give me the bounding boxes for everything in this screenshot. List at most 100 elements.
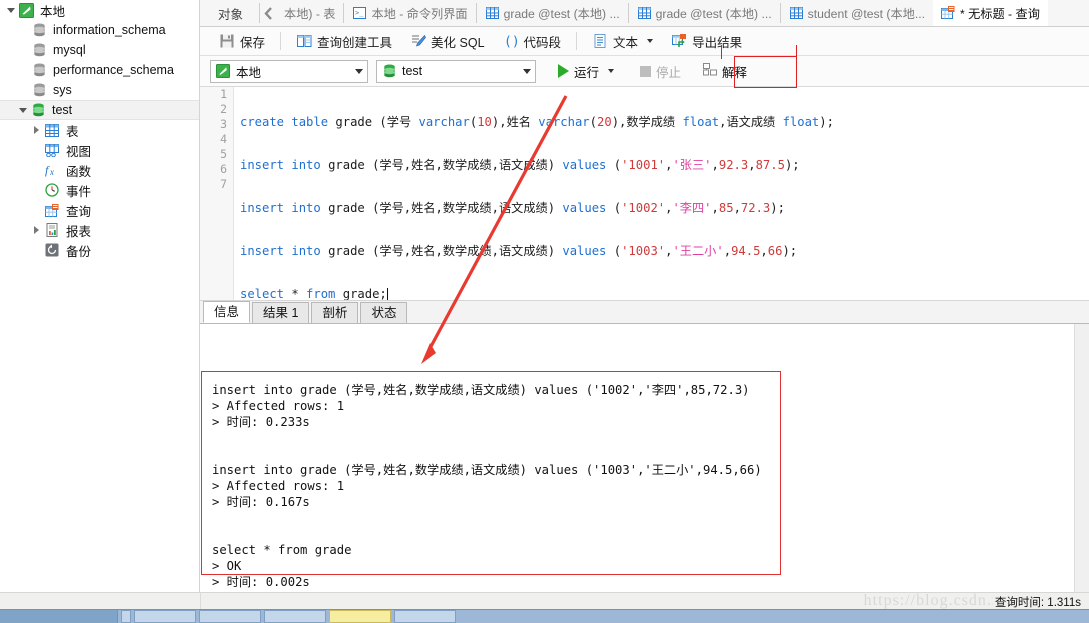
taskbar-item[interactable] [394,610,456,623]
windows-taskbar[interactable] [0,609,1089,623]
code-snippet-button[interactable]: () 代码段 [494,29,571,53]
tree-item-database-test[interactable]: test [0,100,199,120]
taskbar-item[interactable] [264,610,326,623]
taskbar-item[interactable] [134,610,196,623]
export-result-icon [671,33,687,49]
query-builder-button[interactable]: 查询创建工具 [287,29,401,53]
query-toolbar[interactable]: 保存 查询创建工具 美化 SQL () 代码段 [200,27,1089,56]
objects-button[interactable]: 对象 [200,0,259,26]
results-panel: 信息 结果 1 剖析 状态 insert into grade (学号,姓名,数… [200,301,1089,612]
document-tab-label: 本地 - 命令列界面 [371,4,467,22]
navicat-window: 本地 information_schema mysql performance_… [0,0,1089,623]
chevron-down-icon[interactable] [355,69,363,74]
tab-status[interactable]: 状态 [360,302,407,323]
tree-item-label: 表 [65,121,79,140]
object-tree-pane[interactable]: 本地 information_schema mysql performance_… [0,0,200,592]
document-tab-grade-1[interactable]: grade @test (本地) ... [477,0,628,26]
taskbar-item[interactable] [121,610,131,623]
table-icon [43,122,61,138]
start-button[interactable] [0,610,118,623]
tree-item-connection-local[interactable]: 本地 [0,0,199,20]
play-icon [558,64,569,78]
line-number: 5 [200,147,233,162]
document-tab-console[interactable]: >_ 本地 - 命令列界面 [344,0,475,26]
tree-item-backups[interactable]: 备份 [0,240,199,260]
status-bar: https://blog.csdn.net/ya 查询时间: 1.311s [0,592,1089,609]
tree-item-tables[interactable]: 表 [0,120,199,140]
run-label: 运行 [574,62,599,81]
document-tab-strip[interactable]: 对象 本地) - 表 >_ 本地 - 命令列界面 grade @t [200,0,1089,27]
results-scrollbar[interactable] [1074,324,1089,612]
results-tab-strip[interactable]: 信息 结果 1 剖析 状态 [200,301,1089,324]
taskbar-item[interactable] [199,610,261,623]
database-icon [30,82,48,98]
run-button[interactable]: 运行 [552,60,620,83]
tab-result-1[interactable]: 结果 1 [252,302,309,323]
twisty-open-icon[interactable] [4,0,17,20]
database-select[interactable]: test [376,60,536,83]
tree-item-label: 事件 [65,181,91,200]
tree-item-label: 报表 [65,221,91,240]
report-icon [43,222,61,238]
tree-item-sys[interactable]: sys [0,80,199,100]
line-number-gutter: 1 2 3 4 5 6 7 [200,87,234,300]
line-number: 4 [200,132,233,147]
twisty-closed-icon[interactable] [30,120,43,140]
document-tab-untitled-query[interactable]: * 无标题 - 查询 [933,0,1048,26]
save-button[interactable]: 保存 [210,29,274,53]
svg-text:(): () [504,35,518,49]
taskbar-item-active[interactable] [329,610,391,623]
export-result-label: 导出结果 [692,32,742,51]
line-number: 6 [200,162,233,177]
connection-select[interactable]: 本地 [210,60,368,83]
twisty-open-icon[interactable] [16,100,29,120]
tree-item-label: 视图 [65,141,91,160]
save-icon [219,33,235,49]
chevron-down-icon[interactable] [647,39,653,43]
sql-editor[interactable]: 1 2 3 4 5 6 7 create table grade (学号 var… [200,87,1089,301]
chevron-down-icon[interactable] [608,69,614,73]
chevron-left-icon[interactable] [260,0,276,26]
tree-item-functions[interactable]: fx 函数 [0,160,199,180]
table-icon [485,6,500,20]
event-clock-icon [43,182,61,198]
sql-code-area[interactable]: create table grade (学号 varchar(10),姓名 va… [240,87,1089,300]
text-mode-button[interactable]: 文本 [583,29,662,53]
view-icon [43,142,61,158]
stop-button[interactable]: 停止 [634,60,687,83]
tree-item-mysql[interactable]: mysql [0,40,199,60]
tree-item-label: 本地 [39,1,65,20]
connection-toolbar[interactable]: 本地 test 运行 停止 [200,56,1089,87]
message-output-text: insert into grade (学号,姓名,数学成绩,语文成绩) valu… [212,382,762,590]
tree-item-label: 函数 [65,161,91,180]
tree-item-information-schema[interactable]: information_schema [0,20,199,40]
beautify-sql-button[interactable]: 美化 SQL [401,29,494,53]
tree-item-label: sys [52,83,72,97]
code-line: select * from grade; [240,287,1089,301]
query-time-label: 查询时间: 1.311s [993,594,1083,610]
tree-item-queries[interactable]: 查询 [0,200,199,220]
backup-icon [43,242,61,258]
query-icon [43,202,61,218]
text-cursor [387,288,388,300]
results-body: insert into grade (学号,姓名,数学成绩,语文成绩) valu… [200,324,1089,612]
explain-label: 解释 [722,62,747,81]
explain-button[interactable]: 解释 [699,60,751,83]
document-tab-student[interactable]: student @test (本地... [781,0,933,26]
twisty-closed-icon[interactable] [30,220,43,240]
document-tab-local-tables[interactable]: 本地) - 表 [276,0,343,26]
tab-info[interactable]: 信息 [203,301,250,323]
code-line: insert into grade (学号,姓名,数学成绩,语文成绩) valu… [240,158,1089,173]
tree-item-label: 查询 [65,201,91,220]
tree-item-views[interactable]: 视图 [0,140,199,160]
document-tab-label: 本地) - 表 [284,4,335,22]
tree-item-events[interactable]: 事件 [0,180,199,200]
document-tab-grade-2[interactable]: grade @test (本地) ... [629,0,780,26]
tab-profile[interactable]: 剖析 [311,302,358,323]
tree-item-performance-schema[interactable]: performance_schema [0,60,199,80]
save-label: 保存 [240,32,265,51]
chevron-down-icon[interactable] [523,69,531,74]
export-result-button[interactable]: 导出结果 [662,29,751,53]
document-tab-label: * 无标题 - 查询 [960,4,1040,22]
tree-item-reports[interactable]: 报表 [0,220,199,240]
